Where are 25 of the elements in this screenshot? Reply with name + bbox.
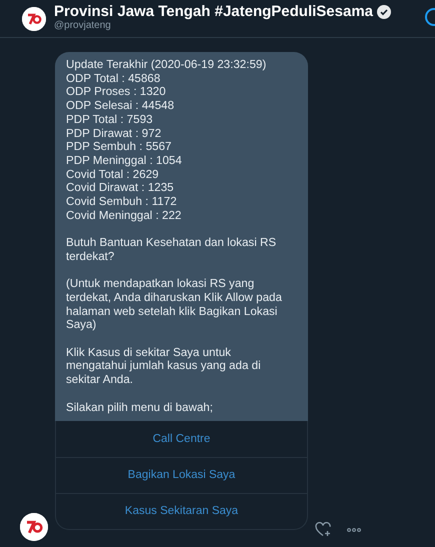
- message-line: PDP Total : 7593: [66, 112, 154, 127]
- quick-reply-button[interactable]: Bagikan Lokasi Saya: [56, 457, 307, 494]
- message-paragraph: (Untuk mendapatkan lokasi RS yang terdekat, Anda diharuskan Klik Allow pada halaman web setelah klik Bagikan Lokasi Saya): [66, 277, 283, 332]
- message-line: ODP Selesai : 44548: [66, 99, 176, 113]
- message-paragraph: Butuh Bantuan Kesehatan dan lokasi RS terdekat?: [66, 236, 278, 264]
- message-line: Covid Meninggal : 222: [66, 208, 182, 222]
- message-line: Covid Dirawat : 1235: [66, 181, 175, 196]
- message-line: PDP Dirawat : 972: [66, 126, 162, 140]
- logo-icon: [22, 7, 46, 31]
- message-line: Covid Total : 2629: [66, 168, 160, 182]
- heart-add-icon[interactable]: [315, 522, 331, 537]
- message-line: ODP Proses : 1320: [66, 85, 167, 100]
- quick-reply-button[interactable]: Call Centre: [56, 421, 307, 458]
- message-paragraph: Klik Kasus di sekitar Saya untuk mengatahui jumlah kasus yang ada di sekitar Anda.: [66, 346, 262, 387]
- avatar-icon: [20, 513, 48, 541]
- message-line: Covid Sembuh : 1172: [66, 195, 178, 209]
- more-icon[interactable]: [347, 528, 361, 532]
- account-name: Provinsi Jawa Tengah #JatengPeduliSesama: [54, 3, 374, 20]
- message-paragraph: Silakan pilih menu di bawah;: [66, 400, 214, 414]
- message-line: PDP Meninggal : 1054: [66, 154, 183, 168]
- quick-reply-button[interactable]: Kasus Sekitaran Saya: [56, 493, 307, 530]
- message-line: PDP Sembuh : 5567: [66, 140, 172, 154]
- message-line: ODP Total : 45868: [66, 72, 162, 86]
- message-line: Update Terakhir (2020-06-19 23:32:59): [66, 58, 268, 72]
- account-handle: @provjateng: [54, 20, 112, 32]
